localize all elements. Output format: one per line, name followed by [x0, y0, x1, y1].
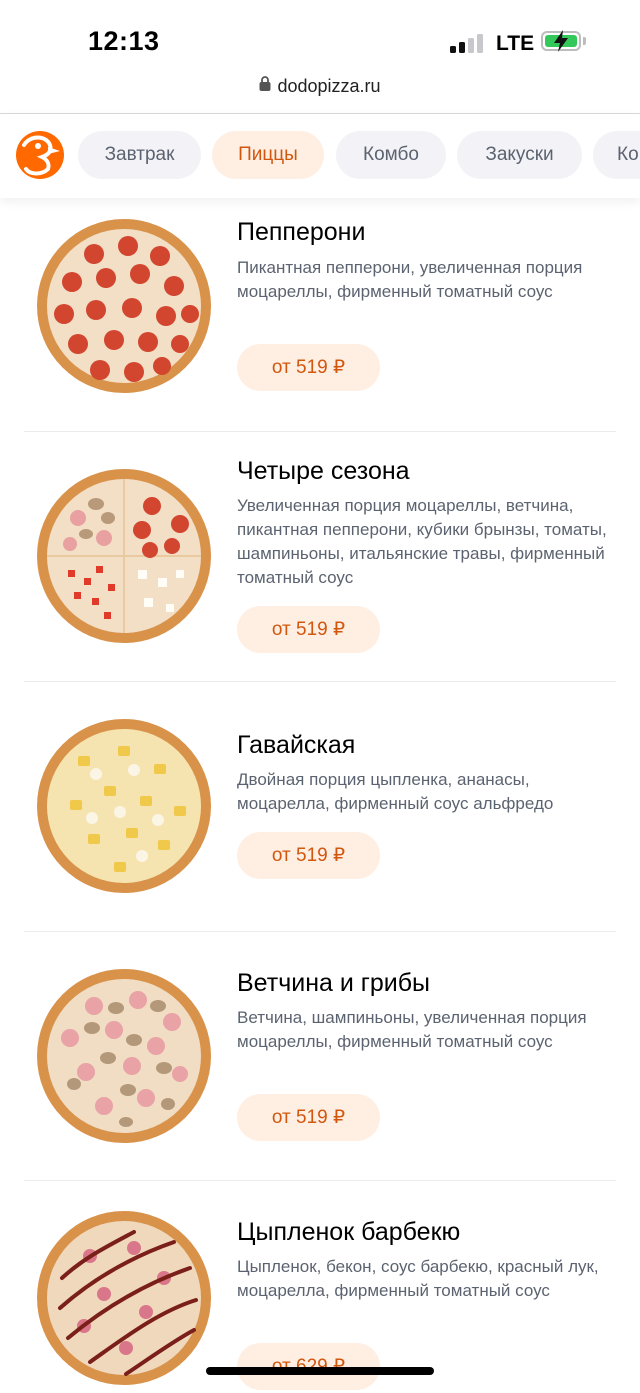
item-title: Цыпленок барбекю: [237, 1218, 461, 1246]
item-description: Ветчина, шампиньоны, увеличенная порция …: [237, 1008, 587, 1051]
cellular-signal-icon: [450, 33, 486, 53]
url-bar[interactable]: dodopizza.ru: [0, 75, 640, 110]
category-tab-combo[interactable]: Комбо: [336, 131, 446, 179]
dodo-logo-icon[interactable]: [16, 131, 64, 179]
category-tab-pizzas[interactable]: Пиццы: [212, 131, 324, 179]
category-tab-breakfast[interactable]: Завтрак: [78, 131, 201, 179]
item-title: Четыре сезона: [237, 457, 410, 485]
network-type: LTE: [496, 32, 535, 55]
item-divider: [24, 1180, 616, 1181]
price-button[interactable]: от 519 ₽: [237, 606, 380, 653]
item-divider: [24, 931, 616, 932]
category-bar: Завтрак Пиццы Комбо Закуски Ко: [0, 114, 640, 198]
battery-tip: [583, 37, 586, 45]
item-description: Цыпленок, бекон, соус барбекю, красный л…: [237, 1257, 599, 1300]
item-description: Увеличенная порция моцареллы, ветчина, п…: [237, 496, 607, 587]
item-title: Ветчина и грибы: [237, 969, 431, 997]
status-bar: 12:13 LTE: [0, 0, 640, 80]
category-tab-snacks[interactable]: Закуски: [457, 131, 582, 179]
pizza-pepperoni-image[interactable]: [34, 216, 214, 396]
pizza-bbq-chicken-image[interactable]: [34, 1208, 214, 1388]
item-description: Пикантная пепперони, увеличенная порция …: [237, 258, 583, 301]
charging-bolt-icon: [552, 29, 570, 59]
pizza-ham-mushrooms-image[interactable]: [34, 966, 214, 1146]
pizza-hawaiian-image[interactable]: [34, 716, 214, 896]
home-indicator[interactable]: [206, 1367, 434, 1375]
item-title: Пепперони: [237, 218, 366, 246]
url-text: dodopizza.ru: [277, 76, 381, 96]
category-tab-cut[interactable]: Ко: [593, 131, 640, 179]
status-time: 12:13: [88, 26, 160, 56]
lock-icon: [259, 75, 271, 96]
price-button[interactable]: от 519 ₽: [237, 1094, 380, 1141]
pizza-four-seasons-image[interactable]: [34, 466, 214, 646]
price-button[interactable]: от 519 ₽: [237, 344, 380, 391]
item-description: Двойная порция цыпленка, ананасы, моцаре…: [237, 770, 554, 813]
item-divider: [24, 681, 616, 682]
item-divider: [24, 431, 616, 432]
item-title: Гавайская: [237, 731, 356, 759]
price-button[interactable]: от 519 ₽: [237, 832, 380, 879]
